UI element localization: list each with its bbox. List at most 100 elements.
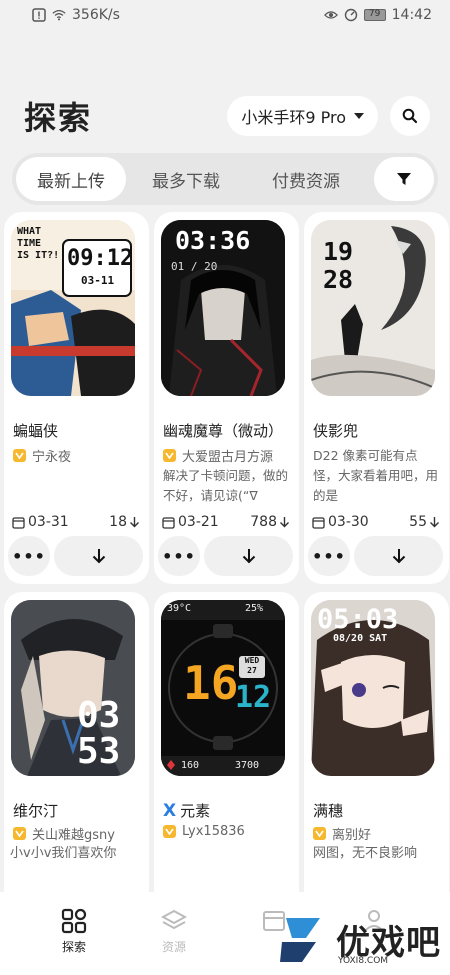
x-logo-icon: X	[163, 800, 177, 821]
status-bar: 356K/s 79 14:42	[0, 0, 450, 30]
card-description: 小v小v我们喜欢你	[10, 846, 117, 861]
verified-badge-icon	[163, 825, 176, 838]
card-description: 解决了卡顿问题，做的不好，请见谅(“∇	[163, 468, 289, 503]
watermark-logo-icon	[280, 918, 320, 962]
more-icon: •••	[12, 546, 46, 566]
watchface-card[interactable]: 19 28 侠影兜 D22 像素可能有点怪，大家看着用吧，用的是 03-30 5…	[304, 212, 449, 584]
watchface-date: 08/20 SAT	[333, 633, 388, 644]
watchface-card[interactable]: 03 53 维尔汀 关山难越gsny 小v小v我们喜欢你	[4, 592, 149, 912]
card-title: 幽魂魔尊（微动）	[163, 422, 284, 440]
tab-label: 付费资源	[272, 171, 340, 192]
download-icon	[242, 549, 255, 564]
nav-label: 资源	[161, 940, 186, 954]
network-speed: 356K/s	[72, 7, 120, 23]
more-icon: •••	[312, 546, 346, 566]
filter-button[interactable]	[374, 157, 434, 201]
watchface-thumbnail[interactable]: 03:36 01 / 20	[161, 220, 285, 396]
watchface-minute: 28	[323, 265, 354, 294]
watchface-card[interactable]: 03:36 01 / 20 幽魂魔尊（微动） 大爱盟古月方源 解决了卡顿问题，做…	[154, 212, 299, 584]
card-title: 侠影兜	[313, 422, 359, 440]
search-icon	[402, 108, 418, 124]
nav-resources[interactable]: 资源	[124, 908, 224, 955]
upload-date: 03-21	[162, 514, 219, 530]
watchface-time: 03:36	[175, 226, 251, 255]
download-count-text: 788	[250, 514, 277, 530]
temperature: 39°C	[167, 603, 192, 614]
nav-explore[interactable]: 探索	[24, 908, 124, 955]
arrow-down-icon	[130, 517, 139, 528]
device-selector[interactable]: 小米手环9 Pro	[227, 96, 378, 136]
watchface-thumbnail[interactable]: 05:03 08/20 SAT	[311, 600, 435, 776]
grid-icon	[61, 908, 87, 934]
watchface-time: 05:03	[317, 604, 399, 635]
day-of-month: 27	[247, 666, 257, 675]
tab-paid[interactable]: 付费资源	[246, 157, 366, 201]
verified-badge-icon	[13, 827, 26, 840]
tab-newest[interactable]: 最新上传	[16, 157, 126, 201]
more-button[interactable]: •••	[158, 536, 200, 576]
heart-rate: 160	[181, 760, 200, 771]
watchface-card[interactable]: 05:03 08/20 SAT 满穗 离别好 网图，无不良影响	[304, 592, 449, 912]
author[interactable]: Lyx15836	[163, 824, 245, 839]
author-name: 大爱盟古月方源	[182, 450, 274, 465]
download-button[interactable]	[54, 536, 143, 576]
watchface-thumbnail[interactable]: 03 53	[11, 600, 135, 776]
watchface-hour: 19	[323, 237, 354, 266]
device-name: 小米手环9 Pro	[241, 108, 346, 127]
watchface-card[interactable]: 39°C 25% 16 12 WED 27 160 3700 X 元素 Lyx1…	[154, 592, 299, 912]
battery-level: 25%	[245, 603, 264, 614]
more-button[interactable]: •••	[8, 536, 50, 576]
tab-label: 最多下载	[152, 171, 220, 192]
author[interactable]: 关山难越gsny	[13, 824, 115, 843]
download-button[interactable]	[354, 536, 443, 576]
watchface-time: 09:12	[67, 246, 134, 271]
upload-date-text: 03-30	[328, 514, 369, 530]
card-actions: •••	[8, 536, 143, 576]
upload-date: 03-31	[12, 514, 69, 530]
watermark-url: YOXI8.COM	[338, 956, 389, 966]
watchface-thumbnail[interactable]: 39°C 25% 16 12 WED 27 160 3700	[161, 600, 285, 776]
author-name: 宁永夜	[32, 450, 72, 465]
card-meta: 03-31 18	[12, 514, 140, 530]
battery-indicator: 79	[363, 9, 386, 21]
download-icon	[92, 549, 105, 564]
author[interactable]: 宁永夜	[13, 446, 71, 465]
more-icon: •••	[162, 546, 196, 566]
layers-icon	[161, 909, 187, 930]
verified-badge-icon	[313, 827, 326, 840]
download-count: 788	[250, 514, 290, 530]
search-button[interactable]	[390, 96, 430, 136]
watchface-thumbnail[interactable]: 19 28	[311, 220, 435, 396]
card-title: 满穗	[313, 802, 344, 820]
download-icon	[392, 549, 405, 564]
watchface-hour: 03	[77, 695, 121, 736]
watchface-minute: 12	[235, 680, 272, 715]
download-count-text: 18	[109, 514, 127, 530]
verified-badge-icon	[163, 449, 176, 462]
weekday: WED	[244, 656, 260, 665]
watchface-date: 01 / 20	[171, 260, 218, 273]
author[interactable]: 离别好	[313, 824, 371, 843]
wifi-icon	[52, 9, 66, 21]
watchface-hour: 16	[183, 656, 239, 710]
author[interactable]: 大爱盟古月方源	[163, 446, 273, 465]
card-description: 网图，无不良影响	[313, 846, 418, 861]
tab-label: 最新上传	[37, 171, 105, 192]
sort-tabs: 最新上传 最多下载 付费资源	[12, 153, 438, 205]
arrow-down-icon	[280, 517, 289, 528]
download-count: 18	[109, 514, 140, 530]
card-title-text: 元素	[180, 802, 211, 820]
more-button[interactable]: •••	[308, 536, 350, 576]
author-name: 关山难越gsny	[32, 828, 115, 843]
watchface-minute: 53	[77, 731, 121, 772]
upload-date-text: 03-31	[28, 514, 69, 530]
watchface-card[interactable]: WHAT TIME IS IT?! 09:12 03-11 蝙蝠侠 宁永夜 03…	[4, 212, 149, 584]
header: 探索 小米手环9 Pro	[0, 88, 450, 144]
speed-icon	[344, 8, 357, 22]
card-meta: 03-30 55	[312, 514, 440, 530]
author-name: 离别好	[332, 828, 372, 843]
download-button[interactable]	[204, 536, 293, 576]
watchface-thumbnail[interactable]: WHAT TIME IS IT?! 09:12 03-11	[11, 220, 135, 396]
tab-most-downloaded[interactable]: 最多下载	[126, 157, 246, 201]
calendar-icon	[312, 516, 325, 529]
